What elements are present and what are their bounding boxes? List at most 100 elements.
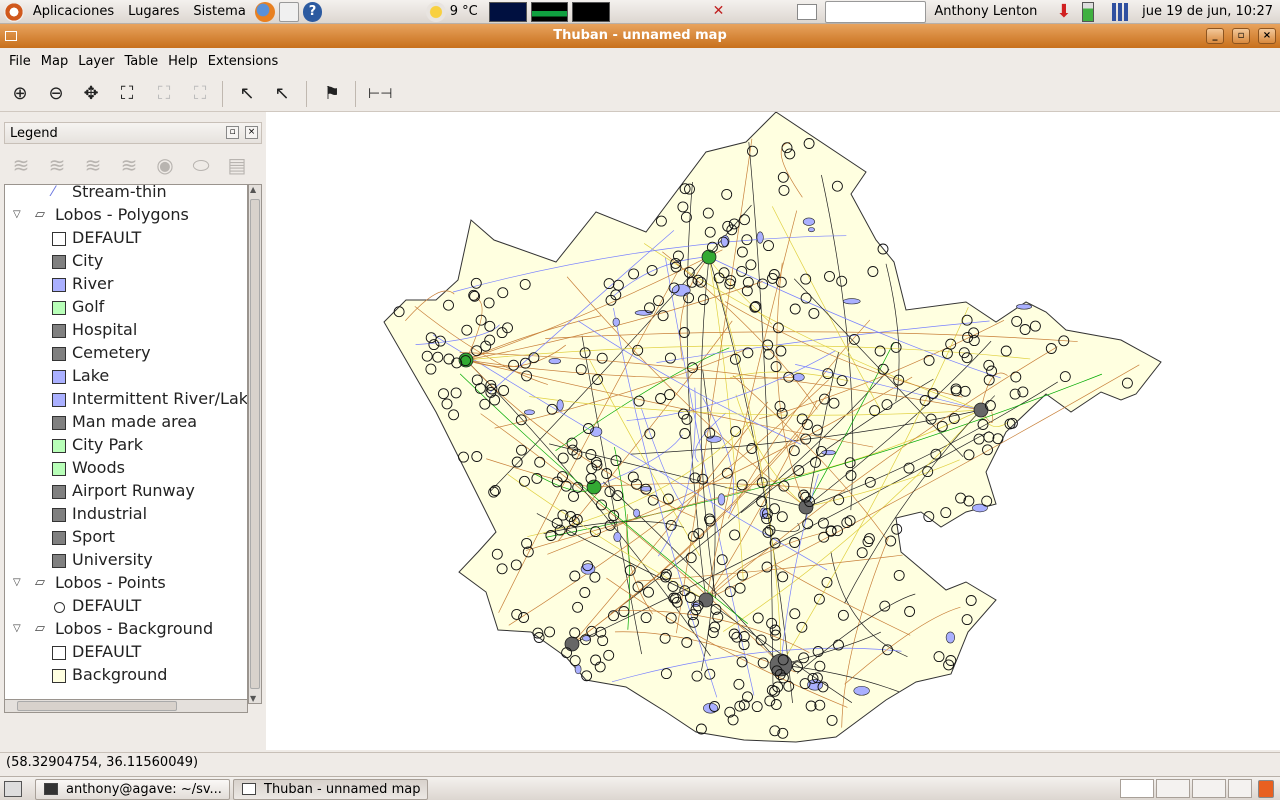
color-swatch <box>52 462 66 476</box>
zoom-in-icon[interactable]: ⊕ <box>8 82 32 106</box>
expander-icon[interactable]: ▽ <box>13 204 21 226</box>
legend-label: DEFAULT <box>72 642 142 661</box>
pan-icon[interactable]: ✥ <box>79 82 103 106</box>
update-icon[interactable]: ⬇ <box>1056 1 1074 22</box>
layer-properties-icon[interactable]: ▤ <box>224 152 250 178</box>
city-polygon <box>698 592 714 608</box>
legend-label: Cemetery <box>72 343 151 362</box>
places-menu[interactable]: Lugares <box>121 4 186 19</box>
lake-polygon <box>717 493 726 506</box>
layer-icon: ▱ <box>35 575 45 590</box>
lake-polygon <box>972 503 988 513</box>
expander-icon[interactable]: ▽ <box>13 572 21 594</box>
close-button[interactable]: × <box>1258 28 1276 44</box>
menu-map[interactable]: Map <box>36 54 73 69</box>
legend-undock-icon[interactable]: ▫ <box>226 126 239 139</box>
lake-polygon <box>524 409 535 416</box>
zoom-out-icon[interactable]: ⊖ <box>44 82 68 106</box>
full-selection-extent-icon[interactable]: ⛶ <box>188 82 212 106</box>
menu-layer[interactable]: Layer <box>73 54 119 69</box>
lake-polygon <box>612 317 620 327</box>
color-swatch <box>52 301 66 315</box>
workspace-1[interactable] <box>1120 779 1154 798</box>
move-layer-down-icon[interactable]: ≋ <box>80 152 106 178</box>
mail-icon[interactable] <box>278 1 299 22</box>
top-panel: Aplicaciones Lugares Sistema ? 9 °C ✕ An… <box>0 0 1280 24</box>
volume-muted-icon[interactable]: ✕ <box>710 3 728 21</box>
full-extent-icon[interactable]: ⛶ <box>115 82 139 106</box>
identify-icon[interactable]: ↖ <box>235 82 259 106</box>
layer-icon: ▱ <box>35 207 45 222</box>
city-polygon <box>769 653 793 677</box>
workspace-4[interactable] <box>1228 779 1252 798</box>
notes-icon[interactable] <box>797 3 817 20</box>
legend-label: City Park <box>72 435 144 454</box>
move-layer-up-icon[interactable]: ≋ <box>44 152 70 178</box>
clock[interactable]: jue 19 de jun, 10:27 <box>1132 4 1280 19</box>
weather-icon[interactable] <box>425 1 446 22</box>
network-monitor[interactable] <box>572 1 611 22</box>
legend-close-icon[interactable]: × <box>245 126 258 139</box>
move-layer-top-icon[interactable]: ≋ <box>8 152 34 178</box>
firefox-icon[interactable] <box>254 1 275 22</box>
lake-polygon <box>556 399 564 411</box>
applications-menu[interactable]: Aplicaciones <box>26 4 121 19</box>
full-layer-extent-icon[interactable]: ⛶ <box>152 82 176 106</box>
select-icon[interactable]: ⚑ <box>320 82 344 106</box>
legend-label: Airport Runway <box>72 481 195 500</box>
show-layer-icon[interactable]: ◉ <box>152 152 178 178</box>
legend-title: Legend <box>10 126 58 141</box>
menu-file[interactable]: File <box>4 54 36 69</box>
workspace-2[interactable] <box>1156 779 1190 798</box>
show-desktop-icon[interactable] <box>4 781 22 797</box>
color-swatch <box>52 508 66 522</box>
label-icon[interactable]: ↖ <box>270 82 294 106</box>
workspace-3[interactable] <box>1192 779 1226 798</box>
legend-label: DEFAULT <box>72 596 142 615</box>
menu-help[interactable]: Help <box>163 54 203 69</box>
cpu-monitor[interactable] <box>488 1 527 22</box>
move-layer-bottom-icon[interactable]: ≋ <box>116 152 142 178</box>
color-swatch <box>52 255 66 269</box>
system-menu[interactable]: Sistema <box>186 4 252 19</box>
expander-icon[interactable]: ▽ <box>13 618 21 640</box>
user-name[interactable]: Anthony Lenton <box>926 4 1044 19</box>
color-swatch <box>52 370 66 384</box>
window-menu-icon[interactable] <box>5 31 17 41</box>
legend-panel: Legend ▫ × ≋ ≋ ≋ ≋ ◉ ⬭ ▤ ⁄ Stream-thin ▽ ▱ L… <box>2 118 264 748</box>
lake-polygon <box>756 231 764 244</box>
minimize-button[interactable]: _ <box>1206 28 1224 44</box>
legend-toolbar: ≋ ≋ ≋ ≋ ◉ ⬭ ▤ <box>6 148 262 182</box>
window-title-bar[interactable]: Thuban - unnamed map _ ▫ × <box>0 24 1280 48</box>
city-polygon <box>973 402 989 418</box>
legend-tree[interactable]: ⁄ Stream-thin ▽ ▱ Lobos - Polygons DEFAULT Cit… <box>4 184 248 704</box>
lake-polygon <box>671 284 691 297</box>
memory-monitor[interactable] <box>530 1 569 22</box>
layer-icon: ▱ <box>35 621 45 636</box>
lake-polygon <box>706 435 722 443</box>
color-swatch <box>52 439 66 453</box>
ubuntu-logo-icon[interactable] <box>4 1 24 22</box>
scalebar-icon[interactable]: ⊢⊣ <box>368 82 392 106</box>
weather-text[interactable]: 9 °C <box>448 4 485 19</box>
legend-horizontal-scrollbar[interactable] <box>4 699 248 713</box>
search-box[interactable] <box>824 0 927 23</box>
legend-label: Lobos - Polygons <box>55 205 189 224</box>
legend-vertical-scrollbar[interactable]: ▲ ▼ <box>248 184 262 704</box>
map-drawing[interactable] <box>266 111 1280 750</box>
task-thuban[interactable]: Thuban - unnamed map <box>233 779 428 800</box>
maximize-button[interactable]: ▫ <box>1232 28 1250 44</box>
menu-extensions[interactable]: Extensions <box>203 54 284 69</box>
map-canvas[interactable] <box>266 111 1280 750</box>
legend-label: Lobos - Background <box>55 619 214 638</box>
legend-label: Industrial <box>72 504 148 523</box>
help-icon[interactable]: ? <box>302 1 323 22</box>
battery-icon[interactable] <box>1082 1 1095 22</box>
task-terminal[interactable]: anthony@agave: ~/sv... <box>35 779 230 800</box>
color-swatch <box>52 347 66 361</box>
hide-layer-icon[interactable]: ⬭ <box>188 152 214 178</box>
signal-icon[interactable] <box>1112 2 1133 21</box>
trash-icon[interactable] <box>1258 780 1274 798</box>
legend-label: Golf <box>72 297 105 316</box>
menu-table[interactable]: Table <box>119 54 163 69</box>
